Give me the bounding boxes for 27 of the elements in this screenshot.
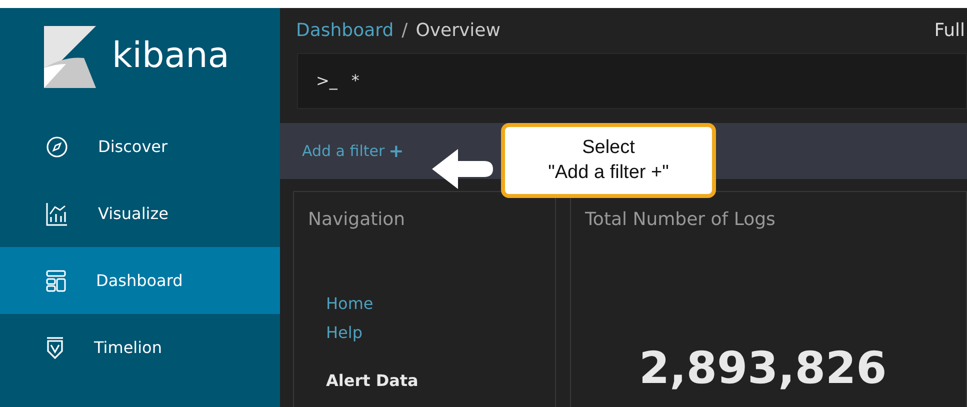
query-text: * bbox=[351, 70, 360, 92]
breadcrumb-separator: / bbox=[402, 20, 408, 42]
dashboard-icon bbox=[46, 270, 66, 292]
metric-value: 2,893,826 bbox=[638, 347, 887, 393]
full-screen-link[interactable]: Full bbox=[934, 17, 967, 44]
nav-link[interactable]: Help bbox=[326, 318, 362, 347]
prompt-text: >_ bbox=[316, 70, 338, 92]
chart-icon bbox=[46, 202, 68, 226]
compass-icon bbox=[46, 136, 68, 158]
arrow-icon bbox=[432, 148, 494, 190]
panel-title: Total Number of Logs bbox=[585, 208, 776, 232]
query-field[interactable]: >_ * bbox=[297, 53, 967, 110]
nav-link[interactable]: Home bbox=[326, 289, 374, 318]
sidebar-item[interactable]: Dashboard bbox=[0, 247, 280, 314]
breadcrumb-current: Overview bbox=[416, 20, 500, 42]
callout-text: Select bbox=[582, 136, 635, 160]
section-heading: Alert Data bbox=[326, 370, 420, 392]
sidebar-item[interactable]: Discover bbox=[0, 113, 280, 180]
callout-text: "Add a filter +" bbox=[548, 160, 669, 184]
sidebar-item[interactable]: Timelion bbox=[0, 314, 280, 381]
logo-icon bbox=[44, 26, 96, 88]
logo-text: kibana bbox=[112, 35, 230, 78]
panel-title: Navigation bbox=[308, 208, 406, 232]
sidebar-item[interactable]: Visualize bbox=[0, 180, 280, 247]
breadcrumb-link[interactable]: Dashboard bbox=[296, 20, 394, 42]
shield-icon bbox=[46, 336, 64, 358]
add-filter-link[interactable]: Add a filter + bbox=[302, 138, 404, 165]
